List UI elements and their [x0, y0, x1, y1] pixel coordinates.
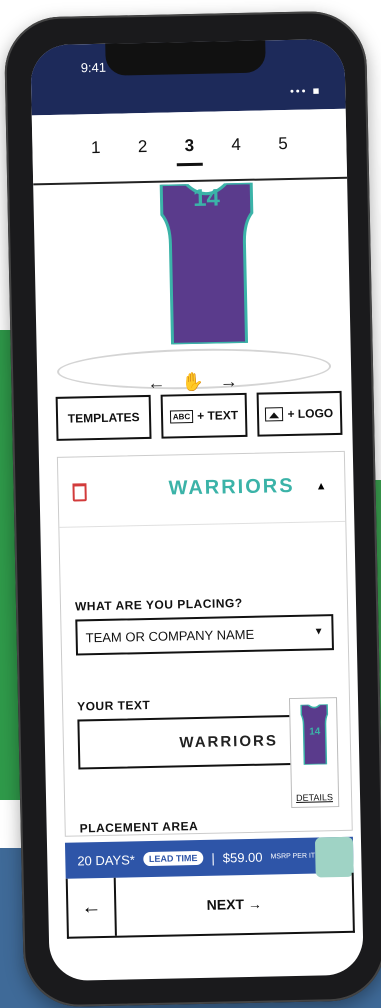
- jersey-thumbnail[interactable]: 14 DETAILS: [288, 697, 340, 809]
- image-icon: [265, 407, 284, 422]
- rotate-left-icon[interactable]: ←: [147, 373, 165, 394]
- step-tabs: 1 2 3 4 5: [31, 108, 348, 186]
- rotate-right-icon[interactable]: →: [220, 371, 238, 392]
- lead-days: 20 DAYS*: [77, 851, 136, 869]
- divider: |: [211, 850, 215, 866]
- mini-jersey-number: 14: [309, 726, 321, 737]
- text-box-icon: ABC: [169, 409, 194, 424]
- phone-screen: 9:41 ••• ■ 1 2 3 4 5 14 ← ✋ → TEMPLATES …: [30, 38, 364, 982]
- templates-label: TEMPLATES: [67, 410, 140, 426]
- panel-header: WARRIORS ▲: [57, 451, 346, 528]
- add-logo-button[interactable]: + LOGO: [256, 390, 343, 437]
- step-4[interactable]: 4: [231, 135, 241, 155]
- your-text-input[interactable]: WARRIORS: [77, 714, 299, 770]
- chevron-down-icon: ▼: [313, 626, 324, 638]
- text-edit-panel: WARRIORS ▲ WHAT ARE YOU PLACING? TEAM OR…: [56, 450, 353, 837]
- status-icons: ••• ■: [289, 85, 322, 98]
- status-bar: 9:41 ••• ■: [30, 38, 346, 116]
- placement-label: PLACEMENT AREA: [79, 819, 199, 836]
- mini-jersey-image: 14: [300, 704, 329, 765]
- status-time: 9:41: [80, 59, 107, 76]
- add-logo-label: + LOGO: [287, 406, 334, 422]
- next-button[interactable]: NEXT →: [116, 873, 353, 936]
- phone-notch: [105, 38, 266, 76]
- jersey-number: 14: [193, 184, 221, 212]
- step-1[interactable]: 1: [91, 138, 101, 158]
- placing-label: WHAT ARE YOU PLACING?: [74, 596, 243, 614]
- trash-icon[interactable]: [72, 483, 87, 502]
- step-3-active[interactable]: 3: [184, 136, 194, 156]
- panel-heading: WARRIORS: [168, 474, 295, 500]
- details-link[interactable]: DETAILS: [296, 792, 333, 803]
- jersey-image: 14: [159, 182, 254, 345]
- templates-button[interactable]: TEMPLATES: [55, 394, 152, 441]
- jersey-preview[interactable]: 14 ← ✋ →: [33, 181, 352, 408]
- collapse-icon[interactable]: ▲: [316, 480, 327, 492]
- lead-time-bar: 20 DAYS* LEAD TIME | $59.00 MSRP PER ITE…: [64, 836, 354, 879]
- placing-value: TEAM OR COMPANY NAME: [85, 626, 255, 646]
- placing-select[interactable]: TEAM OR COMPANY NAME ▼: [75, 614, 334, 656]
- design-tools: TEMPLATES ABC + TEXT + LOGO: [55, 390, 343, 441]
- step-5[interactable]: 5: [278, 134, 288, 154]
- rotate-control[interactable]: ← ✋ →: [147, 371, 238, 394]
- price: $59.00: [222, 849, 263, 865]
- chat-icon[interactable]: [314, 836, 354, 878]
- lead-time-badge: LEAD TIME: [142, 850, 204, 867]
- hand-drag-icon: ✋: [181, 371, 204, 393]
- phone-frame: 9:41 ••• ■ 1 2 3 4 5 14 ← ✋ → TEMPLATES …: [3, 10, 381, 1008]
- your-text-label: YOUR TEXT: [76, 697, 151, 714]
- back-button[interactable]: ←: [67, 877, 117, 937]
- add-text-button[interactable]: ABC + TEXT: [160, 392, 248, 439]
- step-2[interactable]: 2: [138, 137, 148, 157]
- bottom-nav: ← NEXT →: [65, 872, 355, 939]
- add-text-label: + TEXT: [197, 408, 239, 423]
